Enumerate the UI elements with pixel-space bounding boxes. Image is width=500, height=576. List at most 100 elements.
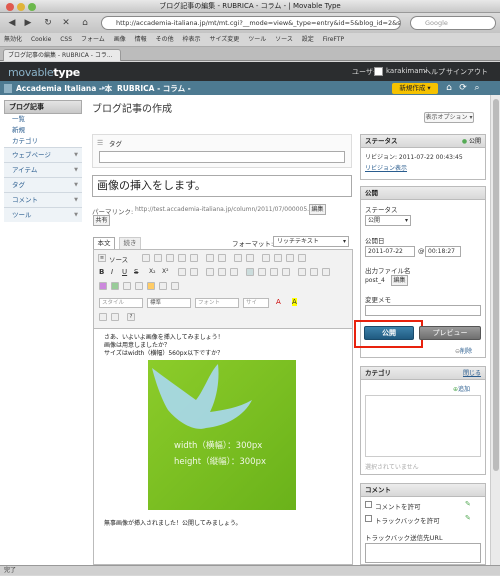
sidebar-item-new[interactable]: 新規 (4, 125, 82, 136)
font-select[interactable]: フォント (195, 298, 239, 308)
share-button[interactable]: 共有 (93, 215, 110, 226)
sidebar-section-tools[interactable]: ツール (4, 207, 82, 223)
bookmark-item[interactable]: 枠表示 (183, 36, 201, 43)
sidebar-item-list[interactable]: 一覧 (4, 114, 82, 125)
permalink-url[interactable]: http://test.accademia-italiana.jp/column… (135, 206, 323, 213)
bookmark-item[interactable]: フォーム (81, 36, 105, 43)
home-icon[interactable]: ⌂ (78, 16, 92, 30)
back-arrow-icon[interactable]: ◀ (5, 16, 19, 30)
google-search-input[interactable]: Google (410, 16, 496, 30)
zoom-window-button[interactable] (28, 3, 36, 11)
text-color-icon[interactable]: A (276, 298, 281, 306)
category-add-link[interactable]: ⊕追加 (453, 384, 470, 393)
cut-icon[interactable] (142, 254, 150, 262)
subscript-icon[interactable]: X₂ (149, 268, 156, 275)
sidebar-section-comments[interactable]: コメント (4, 192, 82, 208)
style-select[interactable]: スタイル (99, 298, 143, 308)
source-button[interactable]: ソース (109, 254, 128, 264)
bookmark-item[interactable]: 設定 (302, 36, 314, 43)
stop-icon[interactable]: ✕ (59, 16, 73, 30)
bookmark-item[interactable]: ツール (248, 36, 266, 43)
sidebar-header-entries[interactable]: ブログ記事 (4, 100, 82, 114)
display-options-button[interactable]: 表示オプション ▾ (424, 112, 474, 123)
site-name-link[interactable]: Accademia Italiana - 本 (16, 83, 112, 94)
outdent-icon[interactable] (206, 268, 214, 276)
publish-date-input[interactable]: 2011-07-22 (365, 246, 415, 257)
tab-body[interactable]: 本文 (93, 237, 115, 249)
address-bar[interactable]: http://accademia-italiana.jp/mt/mt.cgi?_… (101, 16, 401, 30)
remove-format-icon[interactable] (298, 254, 306, 262)
view-site-icon[interactable]: ⌂ (444, 83, 454, 93)
select-all-icon[interactable] (286, 254, 294, 262)
filename-edit-button[interactable]: 編集 (391, 275, 408, 286)
permalink-edit-button[interactable]: 編集 (309, 204, 326, 215)
link-icon[interactable] (298, 268, 306, 276)
source-icon[interactable]: ≡ (98, 254, 106, 262)
copy-icon[interactable] (154, 254, 162, 262)
table-icon[interactable] (123, 282, 131, 290)
sidebar-section-tags[interactable]: タグ (4, 177, 82, 193)
align-left-icon[interactable] (246, 268, 254, 276)
print-icon[interactable] (206, 254, 214, 262)
minimize-window-button[interactable] (17, 3, 25, 11)
publish-time-input[interactable]: 00:18:27 (425, 246, 461, 257)
help-icon[interactable]: ? (127, 313, 135, 321)
image-icon[interactable] (99, 282, 107, 290)
search-icon[interactable]: ⌕ (472, 83, 482, 93)
browser-tab[interactable]: ブログ記事の編集 - RUBRICA - コラ... (3, 49, 121, 61)
tab-more[interactable]: 続き (119, 237, 141, 249)
spellcheck-icon[interactable] (218, 254, 226, 262)
allow-trackbacks-checkbox[interactable] (365, 515, 372, 522)
delete-link[interactable]: ⊖削除 (455, 346, 472, 355)
category-close-link[interactable]: 閉じる (463, 367, 481, 380)
inserted-image[interactable]: width（横幅）：300px height（縦幅）：300px (148, 360, 296, 510)
horizontal-rule-icon[interactable] (135, 282, 143, 290)
bookmark-item[interactable]: ソース (275, 36, 293, 43)
help-link[interactable]: ヘルプ (424, 67, 445, 77)
format-select[interactable]: リッチテキスト ▾ (273, 236, 349, 247)
align-justify-icon[interactable] (282, 268, 290, 276)
font-size-select[interactable]: サイ (243, 298, 269, 308)
trackback-url-input[interactable] (365, 543, 481, 563)
bookmark-item[interactable]: その他 (156, 36, 174, 43)
rebuild-icon[interactable]: ⟳ (458, 83, 468, 93)
forward-arrow-icon[interactable]: ▶ (21, 16, 35, 30)
background-color-icon[interactable]: A (292, 298, 297, 306)
bookmark-item[interactable]: Cookie (31, 36, 51, 43)
publish-button[interactable]: 公開 (364, 326, 414, 340)
strike-icon[interactable]: S (134, 268, 138, 276)
smiley-icon[interactable] (147, 282, 155, 290)
bold-icon[interactable]: B (99, 268, 104, 276)
superscript-icon[interactable]: X² (162, 268, 169, 275)
bookmark-item[interactable]: 情報 (135, 36, 147, 43)
drag-handle-icon[interactable]: ☰ (97, 139, 103, 147)
new-create-button[interactable]: 新規作成 ▾ (392, 83, 438, 94)
undo-icon[interactable] (234, 254, 242, 262)
close-window-button[interactable] (6, 3, 14, 11)
sidebar-section-assets[interactable]: アイテム (4, 162, 82, 178)
replace-icon[interactable] (274, 254, 282, 262)
anchor-icon[interactable] (322, 268, 330, 276)
editor-body[interactable]: さあ、いよいよ画像を挿入してみましょう！ 画像は用意しましたか？ サイズはwid… (93, 329, 353, 565)
indent-icon[interactable] (218, 268, 226, 276)
unlink-icon[interactable] (310, 268, 318, 276)
bookmark-item[interactable]: サイズ変更 (209, 36, 239, 43)
paste-text-icon[interactable] (178, 254, 186, 262)
pagebreak-icon[interactable] (171, 282, 179, 290)
page-scrollbar[interactable] (490, 95, 500, 565)
change-memo-input[interactable] (365, 305, 481, 316)
redo-icon[interactable] (246, 254, 254, 262)
tag-input[interactable] (99, 151, 345, 163)
status-select[interactable]: 公開 ▾ (365, 215, 411, 226)
user-name-link[interactable]: karakimami (386, 67, 427, 75)
paste-icon[interactable] (166, 254, 174, 262)
show-blocks-icon[interactable] (111, 313, 119, 321)
paste-word-icon[interactable] (190, 254, 198, 262)
preview-button[interactable]: プレビュー (419, 326, 481, 340)
sidebar-item-category[interactable]: カテゴリ (4, 136, 82, 147)
align-center-icon[interactable] (258, 268, 266, 276)
numbered-list-icon[interactable] (178, 268, 186, 276)
underline-icon[interactable]: U (122, 268, 127, 276)
revision-view-link[interactable]: リビジョン表示 (365, 163, 407, 172)
category-list[interactable] (365, 395, 481, 457)
